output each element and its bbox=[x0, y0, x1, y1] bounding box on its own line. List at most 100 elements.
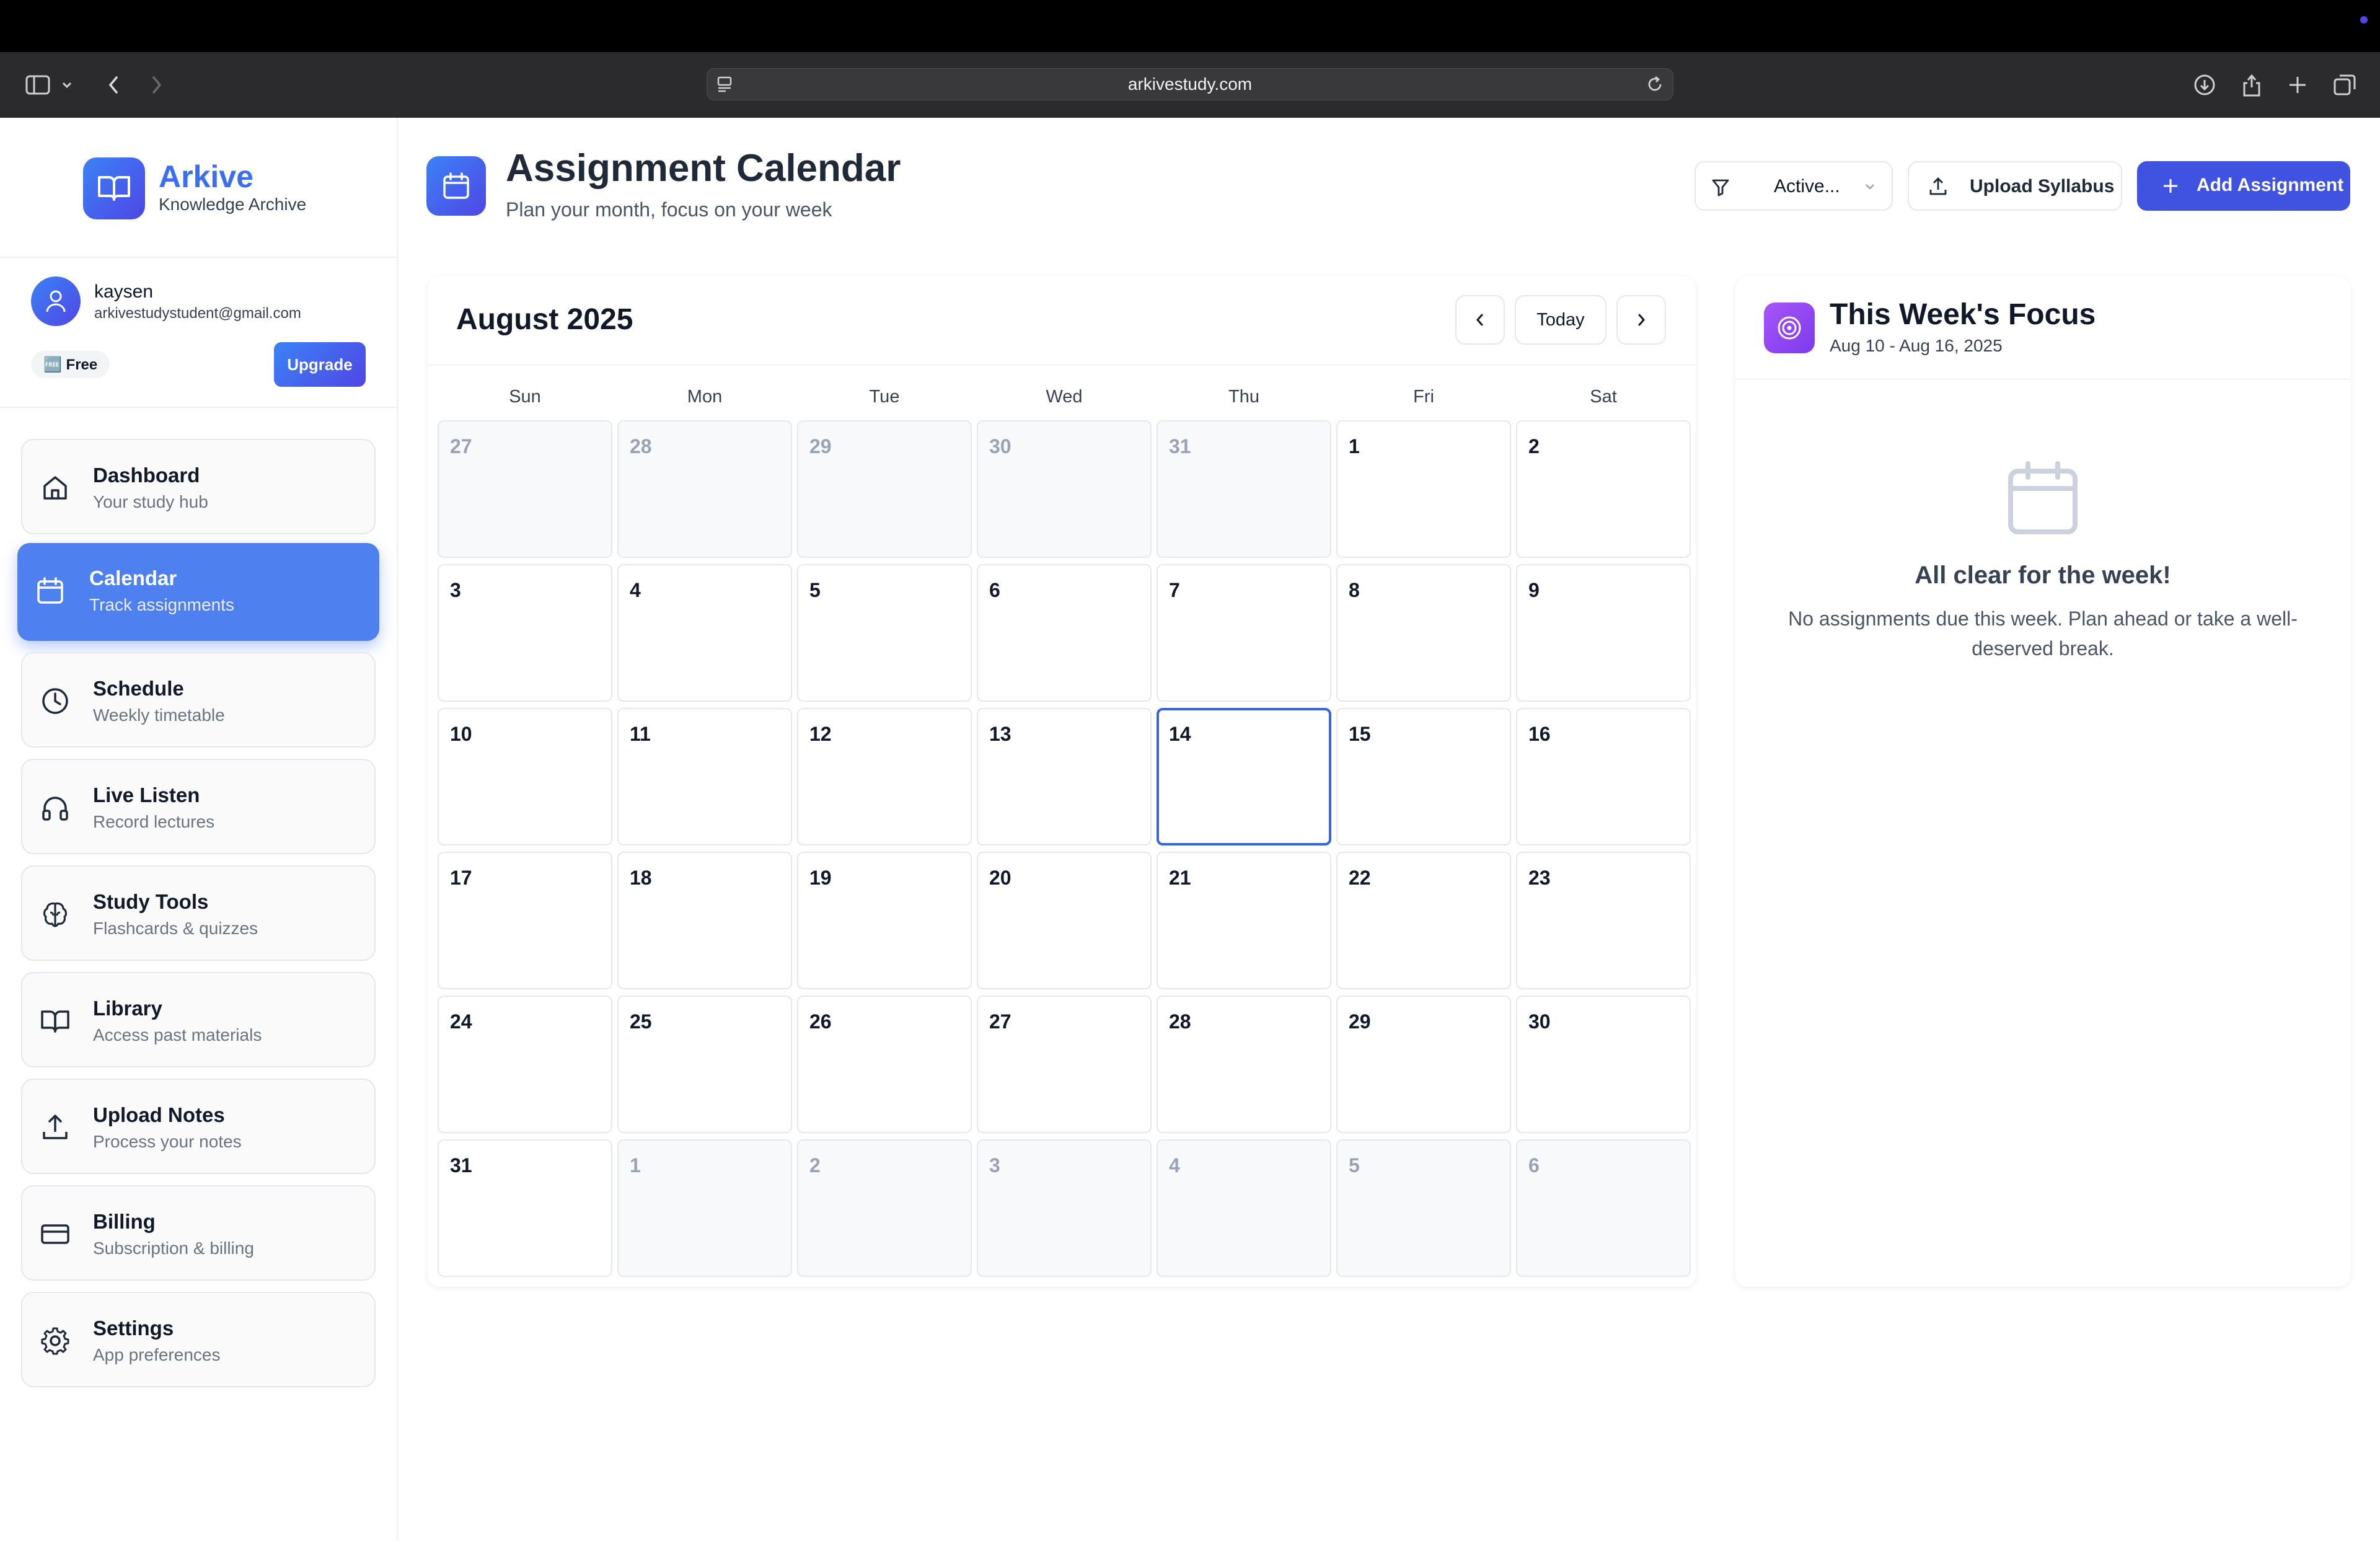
calendar-day[interactable]: 13 bbox=[977, 708, 1152, 846]
sidebar-item-schedule[interactable]: Schedule Weekly timetable bbox=[21, 652, 376, 748]
day-number: 6 bbox=[1528, 1154, 1540, 1177]
calendar-day[interactable]: 6 bbox=[1516, 1139, 1691, 1277]
calendar-day[interactable]: 27 bbox=[977, 996, 1152, 1133]
sidebar-item-billing[interactable]: Billing Subscription & billing bbox=[21, 1185, 376, 1281]
user-email: arkivestudystudent@gmail.com bbox=[94, 305, 301, 322]
calendar-day[interactable]: 9 bbox=[1516, 564, 1691, 702]
calendar-day[interactable]: 16 bbox=[1516, 708, 1691, 846]
calendar-day[interactable]: 12 bbox=[797, 708, 972, 846]
calendar-day[interactable]: 23 bbox=[1516, 852, 1691, 989]
upload-icon bbox=[43, 1115, 68, 1139]
sidebar-item-upload-notes[interactable]: Upload Notes Process your notes bbox=[21, 1079, 376, 1174]
forward-icon[interactable] bbox=[140, 68, 174, 102]
calendar-day[interactable]: 5 bbox=[1336, 1139, 1511, 1277]
chevron-down-icon[interactable] bbox=[56, 68, 78, 102]
calendar-day[interactable]: 5 bbox=[797, 564, 972, 702]
day-number: 23 bbox=[1528, 867, 1551, 889]
calendar-card: August 2025 Today Sun Mon Tue Wed Thu Fri Sat 2… bbox=[428, 276, 1696, 1287]
app-subtitle: Knowledge Archive bbox=[159, 195, 307, 214]
sidebar-item-dashboard[interactable]: Dashboard Your study hub bbox=[21, 439, 376, 534]
calendar-day[interactable]: 18 bbox=[617, 852, 792, 989]
day-number: 2 bbox=[809, 1154, 821, 1177]
day-number: 31 bbox=[450, 1154, 472, 1177]
today-button[interactable]: Today bbox=[1515, 295, 1606, 345]
previous-month-button[interactable] bbox=[1455, 295, 1505, 345]
target-icon bbox=[1764, 302, 1815, 353]
calendar-day[interactable]: 1 bbox=[617, 1139, 792, 1277]
sidebar-item-live-listen[interactable]: Live Listen Record lectures bbox=[21, 759, 376, 854]
share-icon[interactable] bbox=[2235, 68, 2268, 102]
calendar-day[interactable]: 11 bbox=[617, 708, 792, 846]
calendar-day[interactable]: 28 bbox=[1157, 996, 1331, 1133]
reload-icon[interactable] bbox=[1646, 75, 1664, 94]
upload-syllabus-button[interactable]: Upload Syllabus bbox=[1908, 161, 2122, 211]
url-text: arkivestudy.com bbox=[1127, 74, 1253, 94]
calendar-day[interactable]: 30 bbox=[977, 420, 1152, 558]
upload-syllabus-label: Upload Syllabus bbox=[1970, 176, 2115, 196]
calendar-day[interactable]: 2 bbox=[797, 1139, 972, 1277]
day-number: 20 bbox=[989, 867, 1011, 889]
calendar-day[interactable]: 3 bbox=[977, 1139, 1152, 1277]
new-tab-icon[interactable] bbox=[2281, 68, 2314, 102]
weekday-header: Sat bbox=[1590, 387, 1617, 407]
calendar-day[interactable]: 4 bbox=[617, 564, 792, 702]
app-logo[interactable] bbox=[83, 157, 145, 219]
calendar-day[interactable]: 7 bbox=[1157, 564, 1331, 702]
calendar-day[interactable]: 29 bbox=[1336, 996, 1511, 1133]
next-month-button[interactable] bbox=[1616, 295, 1666, 345]
calendar-day[interactable]: 22 bbox=[1336, 852, 1511, 989]
day-number: 21 bbox=[1169, 867, 1191, 889]
day-number: 29 bbox=[809, 435, 832, 457]
sidebar-item-subtitle: Flashcards & quizzes bbox=[93, 919, 258, 938]
calendar-day[interactable]: 4 bbox=[1157, 1139, 1331, 1277]
sidebar-item-study-tools[interactable]: Study Tools Flashcards & quizzes bbox=[21, 865, 376, 961]
calendar-day[interactable]: 30 bbox=[1516, 996, 1691, 1133]
sidebar-item-settings[interactable]: Settings App preferences bbox=[21, 1292, 376, 1387]
upgrade-button[interactable]: Upgrade bbox=[274, 342, 366, 387]
day-number: 9 bbox=[1528, 579, 1540, 601]
day-number: 22 bbox=[1349, 867, 1371, 889]
calendar-day[interactable]: 28 bbox=[617, 420, 792, 558]
calendar-day[interactable]: 17 bbox=[438, 852, 612, 989]
download-icon[interactable] bbox=[2188, 68, 2221, 102]
app-name: Arkive bbox=[159, 159, 253, 194]
status-filter-select[interactable]: Active... bbox=[1695, 161, 1893, 211]
sidebar-item-library[interactable]: Library Access past materials bbox=[21, 972, 376, 1067]
calendar-day[interactable]: 6 bbox=[977, 564, 1152, 702]
calendar-day[interactable]: 29 bbox=[797, 420, 972, 558]
calendar-day[interactable]: 20 bbox=[977, 852, 1152, 989]
calendar-day[interactable]: 25 bbox=[617, 996, 792, 1133]
calendar-day[interactable]: 26 bbox=[797, 996, 972, 1133]
calendar-day[interactable]: 19 bbox=[797, 852, 972, 989]
calendar-day[interactable]: 8 bbox=[1336, 564, 1511, 702]
address-bar[interactable]: arkivestudy.com bbox=[707, 68, 1673, 100]
sidebar-item-subtitle: Record lectures bbox=[93, 812, 215, 831]
credit-card-icon bbox=[41, 1224, 69, 1244]
back-icon[interactable] bbox=[97, 68, 130, 102]
sidebar-toggle-icon[interactable] bbox=[21, 68, 55, 102]
calendar-day[interactable]: 2 bbox=[1516, 420, 1691, 558]
calendar-day[interactable]: 21 bbox=[1157, 852, 1331, 989]
calendar-day-today[interactable]: 14 bbox=[1157, 708, 1331, 846]
calendar-day[interactable]: 15 bbox=[1336, 708, 1511, 846]
page-settings-icon[interactable] bbox=[716, 75, 733, 94]
sidebar-item-subtitle: Your study hub bbox=[93, 492, 208, 511]
day-number: 1 bbox=[630, 1154, 641, 1177]
calendar-day[interactable]: 24 bbox=[438, 996, 612, 1133]
calendar-day[interactable]: 1 bbox=[1336, 420, 1511, 558]
calendar-day[interactable]: 31 bbox=[438, 1139, 612, 1277]
calendar-day[interactable]: 31 bbox=[1157, 420, 1331, 558]
month-title: August 2025 bbox=[456, 303, 633, 336]
page-title: Assignment Calendar bbox=[506, 147, 901, 190]
upload-icon bbox=[1929, 177, 1947, 195]
calendar-day[interactable]: 3 bbox=[438, 564, 612, 702]
avatar[interactable] bbox=[31, 276, 81, 326]
chevron-right-icon bbox=[1638, 314, 1645, 326]
sidebar-item-calendar[interactable]: Calendar Track assignments bbox=[17, 543, 379, 641]
add-assignment-button[interactable]: Add Assignment bbox=[2137, 161, 2350, 211]
home-icon bbox=[43, 476, 67, 500]
book-open-icon bbox=[98, 176, 130, 201]
calendar-day[interactable]: 10 bbox=[438, 708, 612, 846]
tab-overview-icon[interactable] bbox=[2328, 68, 2361, 102]
calendar-day[interactable]: 27 bbox=[438, 420, 612, 558]
